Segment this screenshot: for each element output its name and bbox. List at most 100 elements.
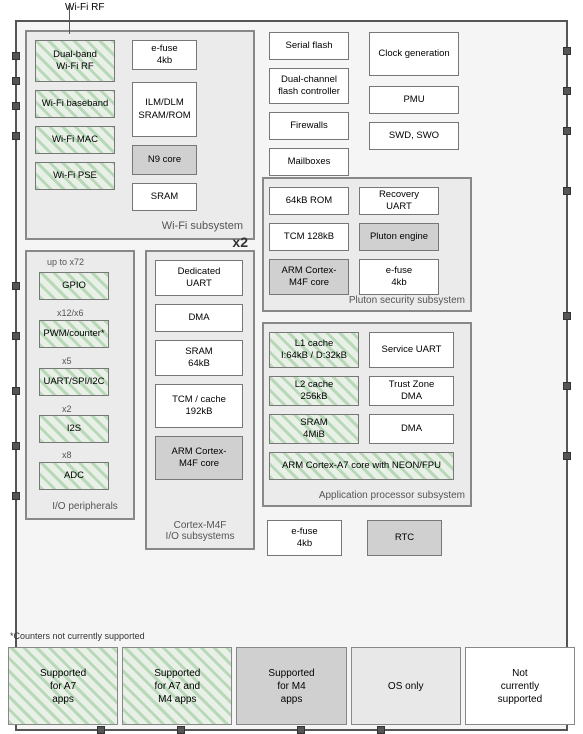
io-periph-label: I/O peripherals bbox=[32, 501, 138, 512]
rtc-box: RTC bbox=[367, 520, 442, 556]
efuse-4kb-bottom-label: e-fuse 4kb bbox=[291, 526, 317, 551]
n9-core-box: N9 core bbox=[132, 145, 197, 175]
clock-gen-box: Clock generation bbox=[369, 32, 459, 76]
efuse-4kb-pluton-label: e-fuse 4kb bbox=[386, 265, 412, 290]
connector-left-9 bbox=[12, 492, 20, 500]
dedicated-uart-box: Dedicated UART bbox=[155, 260, 243, 296]
serial-flash-label: Serial flash bbox=[286, 40, 333, 52]
legend-not-supported: Not currently supported bbox=[465, 647, 575, 725]
connector-bottom-3 bbox=[297, 726, 305, 734]
chip-outer: Dual-band Wi-Fi RF Wi-Fi baseband Wi-Fi … bbox=[15, 20, 568, 731]
pluton-engine-box: Pluton engine bbox=[359, 223, 439, 251]
swd-swo-box: SWD, SWO bbox=[369, 122, 459, 150]
connector-left-7 bbox=[12, 387, 20, 395]
connector-right-4 bbox=[563, 187, 571, 195]
dma-cortex-box: DMA bbox=[155, 304, 243, 332]
connector-right-7 bbox=[563, 452, 571, 460]
tcm-128kb-box: TCM 128kB bbox=[269, 223, 349, 251]
firewalls-label: Firewalls bbox=[290, 120, 327, 132]
cortex-m4f-label: Cortex-M4F I/O subsystems bbox=[147, 509, 253, 542]
connector-bottom-1 bbox=[97, 726, 105, 734]
sram-wifi-label: SRAM bbox=[151, 191, 178, 203]
dma-app-box: DMA bbox=[369, 414, 454, 444]
arm-m4-pluton-label: ARM Cortex- M4F core bbox=[282, 265, 337, 290]
legend-a7: Supported for A7 apps bbox=[8, 647, 118, 725]
wifi-subsystem-label: Wi-Fi subsystem bbox=[162, 220, 243, 232]
ilm-dlm-box: ILM/DLM SRAM/ROM bbox=[132, 82, 197, 137]
connector-left-4 bbox=[12, 132, 20, 140]
x2-io-label: x2 bbox=[62, 404, 72, 414]
sram-4mib-box: SRAM 4MiB bbox=[269, 414, 359, 444]
cortex-m4f-box: x2 Dedicated UART DMA SRAM 64kB TCM / ca… bbox=[145, 250, 255, 550]
gpio-box: GPIO bbox=[39, 272, 109, 300]
pluton-engine-label: Pluton engine bbox=[370, 231, 428, 243]
trust-zone-dma-box: Trust Zone DMA bbox=[369, 376, 454, 406]
legend-m4: Supported for M4 apps bbox=[236, 647, 346, 725]
rom-64kb-label: 64kB ROM bbox=[286, 195, 332, 207]
adc-label: ADC bbox=[64, 470, 84, 482]
sram-wifi-box: SRAM bbox=[132, 183, 197, 211]
serial-flash-box: Serial flash bbox=[269, 32, 349, 60]
arm-m4-pluton-box: ARM Cortex- M4F core bbox=[269, 259, 349, 295]
ilm-dlm-label: ILM/DLM SRAM/ROM bbox=[138, 97, 190, 122]
connector-left-1 bbox=[12, 52, 20, 60]
dma-app-label: DMA bbox=[401, 423, 422, 435]
connector-right-2 bbox=[563, 87, 571, 95]
wifi-subsystem-box: Dual-band Wi-Fi RF Wi-Fi baseband Wi-Fi … bbox=[25, 30, 255, 240]
firewalls-box: Firewalls bbox=[269, 112, 349, 140]
legend-m4-label: Supported for M4 apps bbox=[268, 667, 314, 706]
wifi-rf-label: Wi-Fi RF bbox=[65, 2, 104, 13]
efuse-4kb-1-label: e-fuse 4kb bbox=[151, 43, 177, 68]
legend-a7-m4: Supported for A7 and M4 apps bbox=[122, 647, 232, 725]
io-periph-box: up to x72 GPIO x12/x6 PWM/counter* x5 UA… bbox=[25, 250, 135, 520]
connector-left-6 bbox=[12, 332, 20, 340]
sram-64kb-label: SRAM 64kB bbox=[185, 346, 212, 371]
app-proc-box: L1 cache I:64kB / D:32kB Service UART L2… bbox=[262, 322, 472, 507]
mailboxes-label: Mailboxes bbox=[288, 156, 331, 168]
sram-4mib-label: SRAM 4MiB bbox=[300, 417, 327, 442]
wifi-mac-box: Wi-Fi MAC bbox=[35, 126, 115, 154]
l1-cache-label: L1 cache I:64kB / D:32kB bbox=[281, 338, 347, 363]
connector-bottom-4 bbox=[377, 726, 385, 734]
l2-cache-box: L2 cache 256kB bbox=[269, 376, 359, 406]
efuse-4kb-1-box: e-fuse 4kb bbox=[132, 40, 197, 70]
i2s-label: I2S bbox=[67, 423, 81, 435]
arm-m4f-io-box: ARM Cortex- M4F core bbox=[155, 436, 243, 480]
legend-os-label: OS only bbox=[388, 680, 424, 693]
gpio-label: GPIO bbox=[62, 280, 86, 292]
uart-spi-i2c-box: UART/SPI/I2C bbox=[39, 368, 109, 396]
arm-m4f-io-label: ARM Cortex- M4F core bbox=[172, 446, 227, 471]
pmu-box: PMU bbox=[369, 86, 459, 114]
up-to-x72-label: up to x72 bbox=[47, 257, 84, 267]
service-uart-label: Service UART bbox=[381, 344, 441, 356]
pluton-box: 64kB ROM Recovery UART TCM 128kB Pluton … bbox=[262, 177, 472, 312]
tcm-cache-192kb-label: TCM / cache 192kB bbox=[172, 394, 226, 419]
app-proc-label: Application processor subsystem bbox=[319, 490, 465, 501]
connector-left-8 bbox=[12, 442, 20, 450]
connector-right-1 bbox=[563, 47, 571, 55]
sram-64kb-box: SRAM 64kB bbox=[155, 340, 243, 376]
rom-64kb-box: 64kB ROM bbox=[269, 187, 349, 215]
dual-flash-label: Dual-channel flash controller bbox=[278, 74, 340, 99]
dma-cortex-label: DMA bbox=[188, 312, 209, 324]
wifi-mac-label: Wi-Fi MAC bbox=[52, 134, 98, 146]
arm-cortex-a7-box: ARM Cortex-A7 core with NEON/FPU bbox=[269, 452, 454, 480]
connector-left-3 bbox=[12, 102, 20, 110]
service-uart-box: Service UART bbox=[369, 332, 454, 368]
connector-bottom-2 bbox=[177, 726, 185, 734]
pluton-section-label: Pluton security subsystem bbox=[349, 295, 465, 306]
x8-label: x8 bbox=[62, 450, 72, 460]
recovery-uart-box: Recovery UART bbox=[359, 187, 439, 215]
pwm-counter-box: PWM/counter* bbox=[39, 320, 109, 348]
rtc-label: RTC bbox=[395, 532, 414, 544]
legend: Supported for A7 apps Supported for A7 a… bbox=[8, 647, 575, 725]
x2-big-label: x2 bbox=[232, 234, 248, 250]
wifi-pse-box: Wi-Fi PSE bbox=[35, 162, 115, 190]
tcm-cache-192kb-box: TCM / cache 192kB bbox=[155, 384, 243, 428]
swd-swo-label: SWD, SWO bbox=[389, 130, 439, 142]
clock-gen-label: Clock generation bbox=[378, 48, 449, 60]
adc-box: ADC bbox=[39, 462, 109, 490]
tcm-128kb-label: TCM 128kB bbox=[284, 231, 334, 243]
x12-x6-label: x12/x6 bbox=[57, 308, 84, 318]
legend-os: OS only bbox=[351, 647, 461, 725]
